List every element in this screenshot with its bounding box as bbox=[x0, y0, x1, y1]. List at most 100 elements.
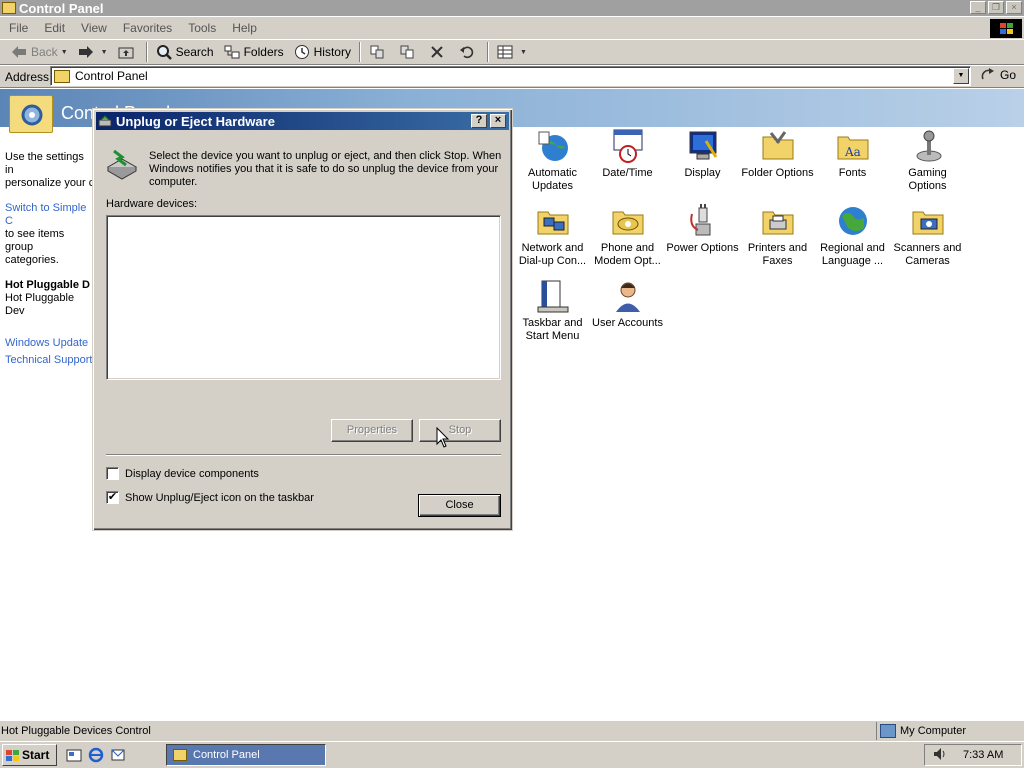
show-icon-label: Show Unplug/Eject icon on the taskbar bbox=[125, 491, 314, 504]
volume-icon[interactable] bbox=[933, 747, 947, 764]
search-icon bbox=[156, 44, 172, 60]
close-window-button[interactable]: × bbox=[1006, 1, 1022, 14]
search-label: Search bbox=[175, 45, 214, 59]
go-label: Go bbox=[1000, 68, 1017, 82]
item-label: Folder Options bbox=[741, 167, 814, 179]
forward-button[interactable]: ▼ bbox=[73, 41, 113, 63]
window-title: Control Panel bbox=[19, 0, 104, 16]
item-phone-modem[interactable]: Phone and Modem Opt... bbox=[590, 202, 665, 268]
history-label: History bbox=[313, 45, 351, 59]
address-dropdown-button[interactable]: ▼ bbox=[953, 68, 969, 84]
scanner-camera-icon bbox=[912, 211, 943, 235]
toolbar-separator bbox=[486, 42, 489, 62]
power-plug-icon bbox=[689, 204, 710, 236]
delete-button[interactable] bbox=[424, 41, 454, 63]
back-button[interactable]: Back ▼ bbox=[6, 41, 73, 63]
taskbar-item-control-panel[interactable]: Control Panel bbox=[166, 744, 326, 766]
hardware-devices-list[interactable] bbox=[106, 215, 501, 380]
item-label: Automatic Updates bbox=[528, 167, 577, 192]
mouse-cursor-icon bbox=[436, 427, 450, 448]
system-tray: 7:33 AM bbox=[924, 744, 1022, 766]
delete-x-icon bbox=[429, 44, 445, 60]
close-button[interactable]: Close bbox=[418, 494, 501, 517]
item-network-dialup[interactable]: Network and Dial-up Con... bbox=[515, 202, 590, 268]
left-pane: Use the settings in personalize your c S… bbox=[5, 151, 95, 367]
item-regional-language[interactable]: Regional and Language ... bbox=[815, 202, 890, 268]
item-power-options[interactable]: Power Options bbox=[665, 202, 740, 255]
show-icon-checkbox[interactable]: ✔ bbox=[106, 491, 119, 504]
control-panel-icon bbox=[173, 749, 187, 761]
joystick-icon bbox=[916, 130, 941, 162]
status-zone: My Computer bbox=[876, 722, 1022, 740]
item-fonts[interactable]: Aa Fonts bbox=[815, 127, 890, 180]
control-panel-icon bbox=[54, 69, 70, 83]
display-components-checkbox[interactable] bbox=[106, 467, 119, 480]
item-display[interactable]: Display bbox=[665, 127, 740, 180]
item-label: Date/Time bbox=[602, 167, 653, 179]
outlook-express-icon[interactable] bbox=[109, 746, 127, 764]
address-input[interactable]: Control Panel ▼ bbox=[50, 66, 971, 86]
views-dropdown-icon[interactable]: ▼ bbox=[520, 49, 527, 56]
stop-button[interactable]: Stop bbox=[419, 419, 501, 442]
selected-item-description: Hot Pluggable Dev bbox=[5, 292, 75, 317]
show-icon-option[interactable]: ✔ Show Unplug/Eject icon on the taskbar bbox=[106, 491, 314, 504]
item-gaming-options[interactable]: Gaming Options bbox=[890, 127, 965, 193]
phone-icon bbox=[612, 211, 643, 235]
item-automatic-updates[interactable]: Automatic Updates bbox=[515, 127, 590, 193]
item-taskbar-start-menu[interactable]: Taskbar and Start Menu bbox=[515, 277, 590, 343]
item-scanners-cameras[interactable]: Scanners and Cameras bbox=[890, 202, 965, 268]
item-label: Phone and Modem Opt... bbox=[594, 242, 661, 267]
dialog-titlebar[interactable]: Unplug or Eject Hardware ? × bbox=[96, 112, 509, 130]
show-desktop-icon[interactable] bbox=[65, 746, 83, 764]
address-value: Control Panel bbox=[75, 69, 148, 83]
status-text: Hot Pluggable Devices Control bbox=[1, 725, 151, 737]
display-components-option[interactable]: Display device components bbox=[106, 467, 259, 480]
item-date-time[interactable]: Date/Time bbox=[590, 127, 665, 180]
address-label: Address bbox=[5, 69, 50, 84]
control-panel-icon bbox=[2, 2, 16, 14]
internet-explorer-icon[interactable] bbox=[87, 746, 105, 764]
clock[interactable]: 7:33 AM bbox=[963, 749, 1003, 761]
window-titlebar[interactable]: Control Panel _ ❐ × bbox=[0, 0, 1024, 16]
menu-edit[interactable]: Edit bbox=[37, 21, 72, 35]
forward-dropdown-icon[interactable]: ▼ bbox=[101, 49, 108, 56]
folders-button[interactable]: Folders bbox=[219, 41, 289, 63]
minimize-button[interactable]: _ bbox=[970, 1, 986, 14]
copy-to-button[interactable] bbox=[394, 41, 424, 63]
go-button[interactable]: Go bbox=[980, 67, 1016, 83]
properties-button[interactable]: Properties bbox=[331, 419, 413, 442]
move-to-button[interactable] bbox=[364, 41, 394, 63]
menu-help[interactable]: Help bbox=[225, 21, 264, 35]
toolbar-separator bbox=[145, 42, 148, 62]
technical-support-link[interactable]: Technical Support bbox=[5, 354, 95, 367]
views-button[interactable]: ▼ bbox=[492, 41, 532, 63]
history-button[interactable]: History bbox=[289, 41, 356, 63]
menu-tools[interactable]: Tools bbox=[181, 21, 223, 35]
menu-file[interactable]: File bbox=[2, 21, 35, 35]
item-printers-faxes[interactable]: Printers and Faxes bbox=[740, 202, 815, 268]
item-label: Regional and Language ... bbox=[820, 242, 885, 267]
my-computer-icon bbox=[880, 724, 896, 738]
taskbar: Start Control Panel 7:33 AM bbox=[0, 741, 1024, 768]
fonts-folder-icon: Aa bbox=[837, 136, 868, 160]
toolbar-separator bbox=[358, 42, 361, 62]
address-bar: Address Control Panel ▼ Go bbox=[0, 66, 1024, 88]
help-button[interactable]: ? bbox=[471, 114, 487, 128]
printer-folder-icon bbox=[762, 211, 793, 235]
item-user-accounts[interactable]: User Accounts bbox=[590, 277, 665, 330]
restore-button[interactable]: ❐ bbox=[988, 1, 1004, 14]
up-button[interactable] bbox=[113, 41, 143, 63]
back-dropdown-icon[interactable]: ▼ bbox=[61, 49, 68, 56]
undo-button[interactable] bbox=[454, 41, 484, 63]
dialog-divider bbox=[106, 454, 501, 456]
menu-view[interactable]: View bbox=[74, 21, 114, 35]
copy-to-icon bbox=[399, 44, 415, 60]
start-button[interactable]: Start bbox=[2, 744, 57, 766]
dialog-close-x-button[interactable]: × bbox=[490, 114, 506, 128]
windows-update-link[interactable]: Windows Update bbox=[5, 337, 95, 350]
menu-favorites[interactable]: Favorites bbox=[116, 21, 179, 35]
item-folder-options[interactable]: Folder Options bbox=[740, 127, 815, 180]
switch-view-link[interactable]: Switch to Simple C bbox=[5, 202, 95, 228]
folders-label: Folders bbox=[243, 45, 284, 59]
search-button[interactable]: Search bbox=[151, 41, 219, 63]
